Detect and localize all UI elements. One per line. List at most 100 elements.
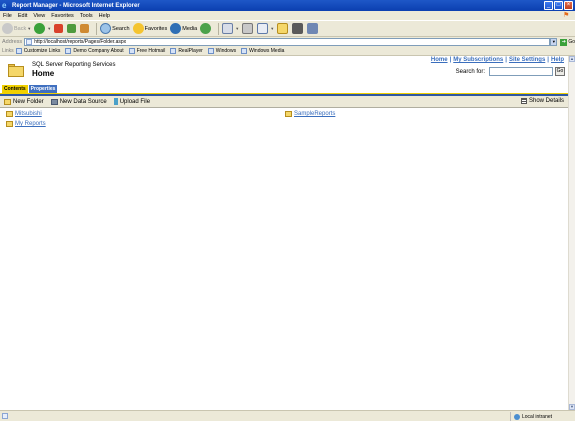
my-subscriptions-link[interactable]: My Subscriptions [453, 57, 503, 63]
tab-contents[interactable]: Contents [2, 85, 28, 93]
scroll-up-icon[interactable]: ▲ [569, 56, 575, 62]
menu-favorites[interactable]: Favorites [48, 13, 77, 19]
new-folder-label: New Folder [13, 98, 44, 105]
search-input[interactable] [489, 67, 553, 76]
edit-button[interactable]: ▼ [257, 23, 274, 34]
print-button[interactable] [242, 23, 254, 34]
folder-icon [6, 121, 13, 127]
security-zone-label: Local intranet [522, 413, 553, 420]
vertical-scrollbar[interactable]: ▲ ▼ [568, 56, 575, 410]
refresh-icon [67, 24, 77, 33]
link-label: Free Hotmail [136, 48, 166, 54]
address-dropdown-icon[interactable]: ▼ [550, 38, 558, 46]
media-label: Media [182, 25, 198, 32]
chevron-down-icon[interactable]: ▼ [27, 26, 31, 31]
link-page-icon [128, 48, 135, 54]
link-realplayer[interactable]: RealPlayer [170, 48, 203, 54]
list-item[interactable]: SampleReports [285, 111, 335, 117]
list-item[interactable]: Mitsubishi [6, 111, 42, 117]
menu-tools[interactable]: Tools [77, 13, 96, 19]
stop-icon [54, 24, 64, 33]
search-go-button[interactable]: Go [555, 67, 565, 76]
back-button[interactable]: Back ▼ [2, 23, 31, 34]
tab-strip: Contents Properties [2, 85, 58, 93]
chevron-down-icon[interactable]: ▼ [270, 26, 274, 31]
refresh-button[interactable] [67, 24, 77, 33]
home-link[interactable]: Home [431, 57, 448, 63]
new-folder-icon [4, 98, 11, 105]
folder-link-mitsubishi[interactable]: Mitsubishi [15, 111, 42, 117]
menu-help[interactable]: Help [96, 13, 113, 19]
list-item[interactable]: My Reports [6, 121, 46, 127]
messenger-button[interactable] [292, 23, 304, 34]
search-button[interactable]: Search [100, 23, 130, 34]
new-folder-button[interactable]: New Folder [4, 98, 44, 105]
page-icon [26, 39, 33, 45]
tab-properties[interactable]: Properties [28, 85, 58, 93]
link-page-icon [170, 48, 177, 54]
media-button[interactable]: Media [170, 23, 197, 34]
link-label: Windows [215, 48, 237, 54]
edit-page-icon [257, 23, 269, 34]
back-label: Back [14, 25, 27, 32]
history-icon [200, 23, 212, 34]
site-settings-link[interactable]: Site Settings [509, 57, 545, 63]
upload-icon [113, 98, 118, 105]
address-go-button[interactable]: ➔ Go [560, 38, 575, 46]
research-button[interactable] [307, 23, 319, 34]
go-arrow-icon: ➔ [560, 38, 568, 46]
link-windows[interactable]: Windows [207, 48, 237, 54]
new-data-source-button[interactable]: New Data Source [50, 98, 107, 105]
details-icon [520, 98, 527, 104]
menu-view[interactable]: View [30, 13, 48, 19]
menu-bar: File Edit View Favorites Tools Help ⚑ [0, 11, 575, 20]
standard-toolbar: Back ▼ ▼ Search Favorites Media ▼ ▼ [0, 20, 575, 37]
folder-link-samplereports[interactable]: SampleReports [294, 111, 335, 117]
address-bar: Address http://localhost/reports/Pages/F… [0, 37, 575, 47]
minimize-button[interactable]: _ [544, 1, 553, 10]
link-separator: | [505, 57, 507, 63]
maximize-button[interactable]: □ [554, 1, 563, 10]
mail-button[interactable]: ▼ [222, 23, 239, 34]
home-button[interactable] [80, 24, 90, 33]
page-header: SQL Server Reporting Services Home [8, 62, 115, 78]
chevron-down-icon[interactable]: ▼ [235, 26, 239, 31]
page-subtitle: SQL Server Reporting Services [32, 62, 116, 68]
messenger-icon [292, 23, 304, 34]
stop-button[interactable] [54, 24, 64, 33]
search-icon [100, 23, 112, 34]
link-windows-media[interactable]: Windows Media [241, 48, 284, 54]
link-page-icon [241, 48, 248, 54]
page-content: Home | My Subscriptions | Site Settings … [0, 56, 568, 410]
link-page-icon [65, 48, 72, 54]
show-details-label: Show Details [528, 98, 564, 104]
new-data-source-label: New Data Source [59, 98, 107, 105]
history-button[interactable] [200, 23, 212, 34]
address-input[interactable]: http://localhost/reports/Pages/Folder.as… [24, 38, 551, 46]
upload-file-label: Upload File [119, 98, 151, 105]
forward-arrow-icon [34, 23, 46, 34]
favorites-label: Favorites [144, 25, 168, 32]
favorites-button[interactable]: Favorites [132, 23, 168, 34]
folder-button[interactable] [277, 23, 289, 34]
mail-icon [222, 23, 234, 34]
globe-icon [514, 413, 520, 420]
menu-file[interactable]: File [0, 13, 15, 19]
links-bar: Links Customize Links Demo Company About… [0, 47, 575, 56]
link-demo-company-about[interactable]: Demo Company About [65, 48, 124, 54]
link-separator: | [449, 57, 452, 63]
link-free-hotmail[interactable]: Free Hotmail [128, 48, 166, 54]
address-url: http://localhost/reports/Pages/Folder.as… [34, 39, 127, 45]
link-customize-links[interactable]: Customize Links [15, 48, 60, 54]
folder-link-my-reports[interactable]: My Reports [15, 121, 46, 127]
forward-button[interactable]: ▼ [34, 23, 51, 34]
show-details-button[interactable]: Show Details [520, 98, 564, 104]
links-label: Links [2, 48, 14, 54]
close-button[interactable]: × [564, 1, 573, 10]
chevron-down-icon[interactable]: ▼ [47, 26, 51, 31]
upload-file-button[interactable]: Upload File [113, 98, 151, 105]
internet-explorer-icon: e [2, 0, 7, 10]
help-link[interactable]: Help [551, 57, 564, 63]
menu-edit[interactable]: Edit [15, 13, 30, 19]
window-titlebar: e Report Manager - Microsoft Internet Ex… [0, 0, 575, 11]
